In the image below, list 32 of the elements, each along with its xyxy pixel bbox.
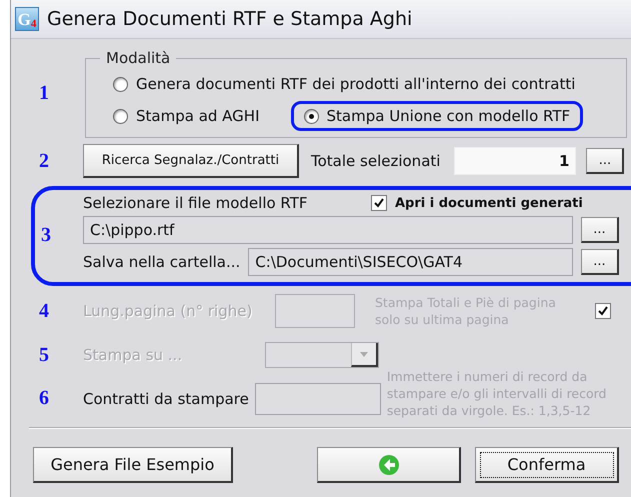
browse-button[interactable]: ... (581, 249, 619, 275)
folder-path-field[interactable]: C:\Documenti\SISECO\GAT4 (248, 248, 573, 276)
generate-sample-button[interactable]: Genera File Esempio (33, 447, 233, 483)
printer-dropdown[interactable] (265, 342, 379, 368)
folder-label: Salva nella cartella... (83, 253, 240, 271)
step-number: 3 (40, 224, 52, 246)
window-title: Genera Documenti RTF e Stampa Aghi (47, 8, 412, 30)
radio-option[interactable]: Genera documenti RTF dei prodotti all'interno dei contratti (100, 69, 588, 99)
radio-option[interactable]: Stampa ad AGHI (100, 101, 272, 131)
checkbox[interactable] (371, 195, 387, 211)
step-number: 5 (38, 344, 50, 366)
caret-icon (360, 352, 368, 356)
step-number: 2 (38, 150, 50, 172)
total-label: Totale selezionati (311, 152, 440, 170)
browse-button[interactable]: ... (581, 217, 619, 243)
browse-button[interactable]: ... (586, 148, 624, 174)
step-number: 4 (38, 300, 50, 322)
contracts-field[interactable] (254, 382, 381, 414)
page-length-field[interactable] (275, 294, 355, 328)
search-button[interactable]: Ricerca Segnalaz./Contratti (83, 144, 299, 178)
radio-option[interactable]: Stampa Unione con modello RTF (290, 101, 584, 131)
file-path-field[interactable]: C:\pippo.rtf (83, 216, 573, 244)
step-number: 1 (38, 82, 50, 105)
back-button[interactable] (317, 447, 461, 483)
contracts-label: Contratti da stampare (83, 390, 249, 408)
confirm-button[interactable]: Conferma (475, 447, 619, 483)
checkbox-label: Apri i documenti generati (395, 196, 583, 210)
total-field[interactable]: 1 (454, 147, 576, 175)
template-label: Selezionare il file modello RTF (83, 194, 309, 212)
group-label: Modalità (105, 49, 172, 67)
step-number: 6 (38, 387, 50, 410)
hint-text: Immettere i numeri di record da stampare e/o gli intervalli di record separati da virgole. Es.: 1,3,5-12 (386, 368, 608, 419)
